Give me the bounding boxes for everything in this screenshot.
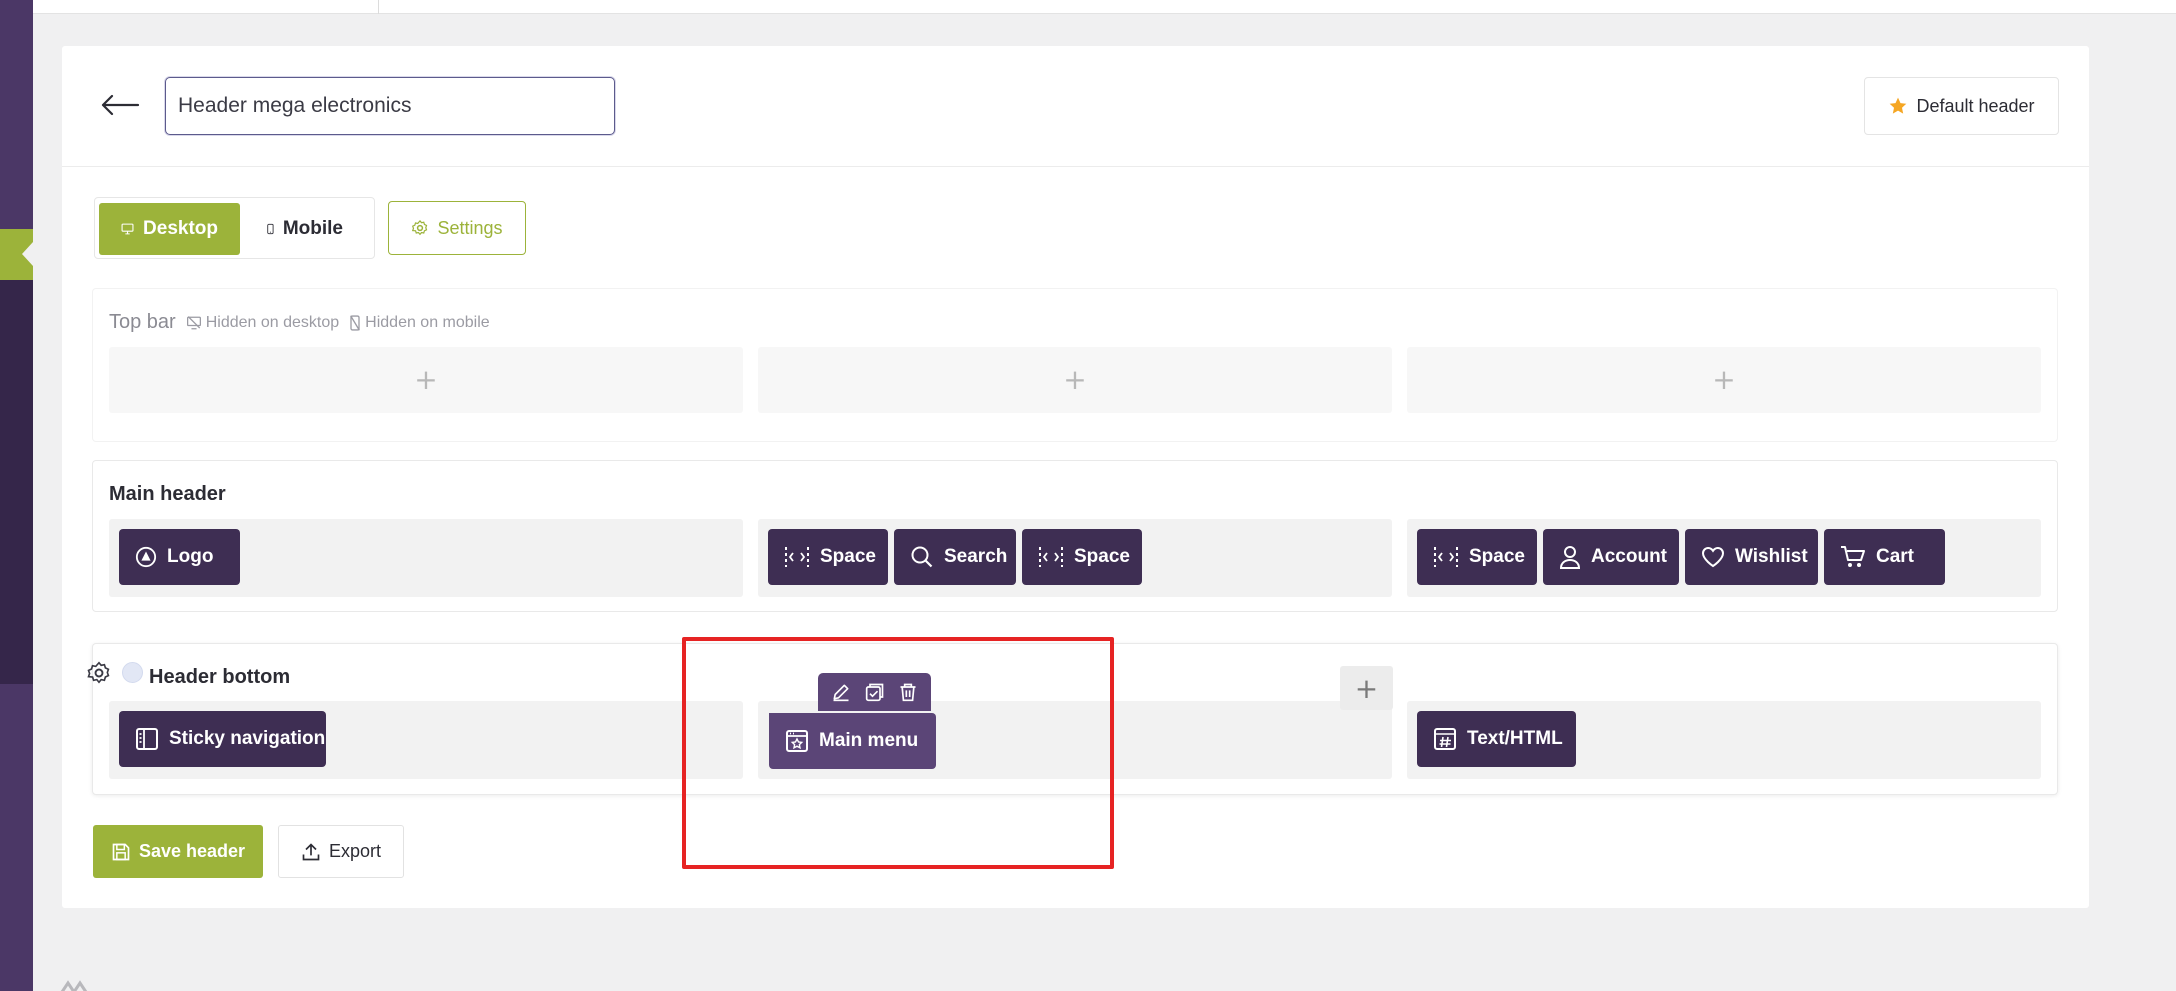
default-header-button[interactable]: Default header [1864, 77, 2059, 135]
main-header-column-left: Logo [109, 519, 743, 597]
tab-desktop[interactable]: Desktop [99, 203, 240, 255]
text-html-block[interactable]: Text/HTML [1417, 711, 1576, 767]
row-settings-gear-icon[interactable] [86, 660, 112, 686]
main-menu-label: Main menu [819, 730, 919, 751]
main-header-row: Main header Logo Space Search Space Spac… [92, 460, 2058, 612]
header-builder-card: Default header Desktop Mobile Settings T… [62, 46, 2089, 908]
default-header-label: Default header [1916, 95, 2035, 116]
main-menu-block[interactable]: Main menu [769, 713, 937, 769]
search-block[interactable]: Search [894, 529, 1016, 585]
top-bar-row: Top bar Hidden on desktop Hidden on mobi… [92, 288, 2058, 442]
add-element-button[interactable]: + [1340, 666, 1393, 710]
admin-sidebar [0, 0, 33, 991]
space-block[interactable]: Space [1417, 529, 1537, 585]
text-html-label: Text/HTML [1467, 728, 1563, 749]
space-icon [1039, 547, 1063, 567]
hidden-mobile-text: Hidden on mobile [365, 313, 490, 331]
hidden-mobile-hint: Hidden on mobile [349, 314, 490, 332]
monitor-off-icon [186, 315, 201, 329]
space-block-label: Space [820, 546, 876, 567]
footer-logo-icon [60, 980, 88, 991]
header-bottom-column-left: Sticky navigation [109, 701, 743, 779]
space-block-label: Space [1074, 546, 1130, 567]
gear-icon [412, 219, 428, 236]
main-header-title: Main header [109, 483, 226, 505]
export-label: Export [328, 841, 382, 861]
save-header-label: Save header [138, 841, 246, 861]
tab-desktop-label: Desktop [143, 218, 218, 239]
heart-icon [1701, 546, 1725, 568]
add-icon[interactable]: + [1063, 366, 1086, 394]
wishlist-block[interactable]: Wishlist [1685, 529, 1818, 585]
user-icon [1559, 546, 1581, 569]
search-icon [911, 546, 933, 568]
top-bar-column-left[interactable]: + [109, 347, 743, 413]
star-icon [1890, 97, 1907, 114]
space-icon [785, 547, 809, 567]
sticky-navigation-block[interactable]: Sticky navigation [119, 711, 326, 767]
export-button[interactable]: Export [278, 825, 404, 878]
edit-pencil-icon[interactable] [831, 682, 851, 702]
active-notch [22, 242, 33, 266]
cart-block[interactable]: Cart [1824, 529, 1945, 585]
space-block[interactable]: Space [1022, 529, 1142, 585]
sticky-navigation-label: Sticky navigation [169, 728, 326, 749]
account-block-label: Account [1591, 546, 1667, 567]
back-arrow-icon[interactable] [98, 90, 142, 120]
space-block-label: Space [1469, 546, 1525, 567]
top-bar-column-center[interactable]: + [758, 347, 1392, 413]
upload-icon [302, 842, 320, 860]
top-admin-bar [33, 0, 2176, 14]
html-hash-icon [1434, 728, 1456, 750]
row-visibility-toggle[interactable] [122, 662, 143, 683]
hidden-desktop-hint: Hidden on desktop [186, 314, 339, 332]
space-block[interactable]: Space [768, 529, 888, 585]
tab-mobile[interactable]: Mobile [245, 203, 365, 255]
trash-icon[interactable] [898, 682, 918, 702]
space-icon [1434, 547, 1458, 567]
logo-icon [135, 546, 157, 568]
settings-label: Settings [437, 217, 503, 238]
header-bottom-column-right: Text/HTML [1407, 701, 2041, 779]
add-icon[interactable]: + [1712, 366, 1735, 394]
top-bar-divider [378, 0, 379, 14]
sidebar-layout-icon [136, 728, 158, 750]
wishlist-block-label: Wishlist [1735, 546, 1808, 567]
search-block-label: Search [944, 546, 1008, 567]
cart-block-label: Cart [1876, 546, 1915, 567]
phone-off-icon [350, 314, 361, 331]
add-icon[interactable]: + [414, 366, 437, 394]
top-bar-title-text: Top bar [109, 311, 176, 333]
header-bottom-row: Header bottom Sticky navigation Text/HTM… [92, 643, 2058, 795]
phone-icon [267, 223, 274, 235]
header-bottom-title: Header bottom [149, 666, 291, 688]
duplicate-icon[interactable] [865, 682, 885, 702]
logo-block[interactable]: Logo [119, 529, 240, 585]
view-switcher: Desktop Mobile [94, 197, 375, 259]
settings-button[interactable]: Settings [388, 201, 526, 255]
cart-icon [1841, 546, 1865, 567]
header-name-input[interactable] [165, 77, 615, 135]
menu-window-icon [786, 730, 808, 752]
save-disk-icon [112, 843, 130, 860]
logo-block-label: Logo [167, 546, 214, 567]
top-bar-title: Top bar Hidden on desktop Hidden on mobi… [109, 311, 490, 334]
admin-sidebar-dark [0, 280, 33, 684]
monitor-icon [121, 223, 134, 235]
tab-mobile-label: Mobile [282, 218, 343, 239]
save-header-button[interactable]: Save header [93, 825, 263, 878]
top-bar-column-right[interactable]: + [1407, 347, 2041, 413]
main-header-column-center: Space Search Space [758, 519, 1392, 597]
block-toolbar [818, 673, 931, 711]
hidden-desktop-text: Hidden on desktop [205, 313, 340, 331]
account-block[interactable]: Account [1543, 529, 1679, 585]
main-header-column-right: Space Account Wishlist Cart [1407, 519, 2041, 597]
builder-head: Default header [62, 46, 2089, 167]
